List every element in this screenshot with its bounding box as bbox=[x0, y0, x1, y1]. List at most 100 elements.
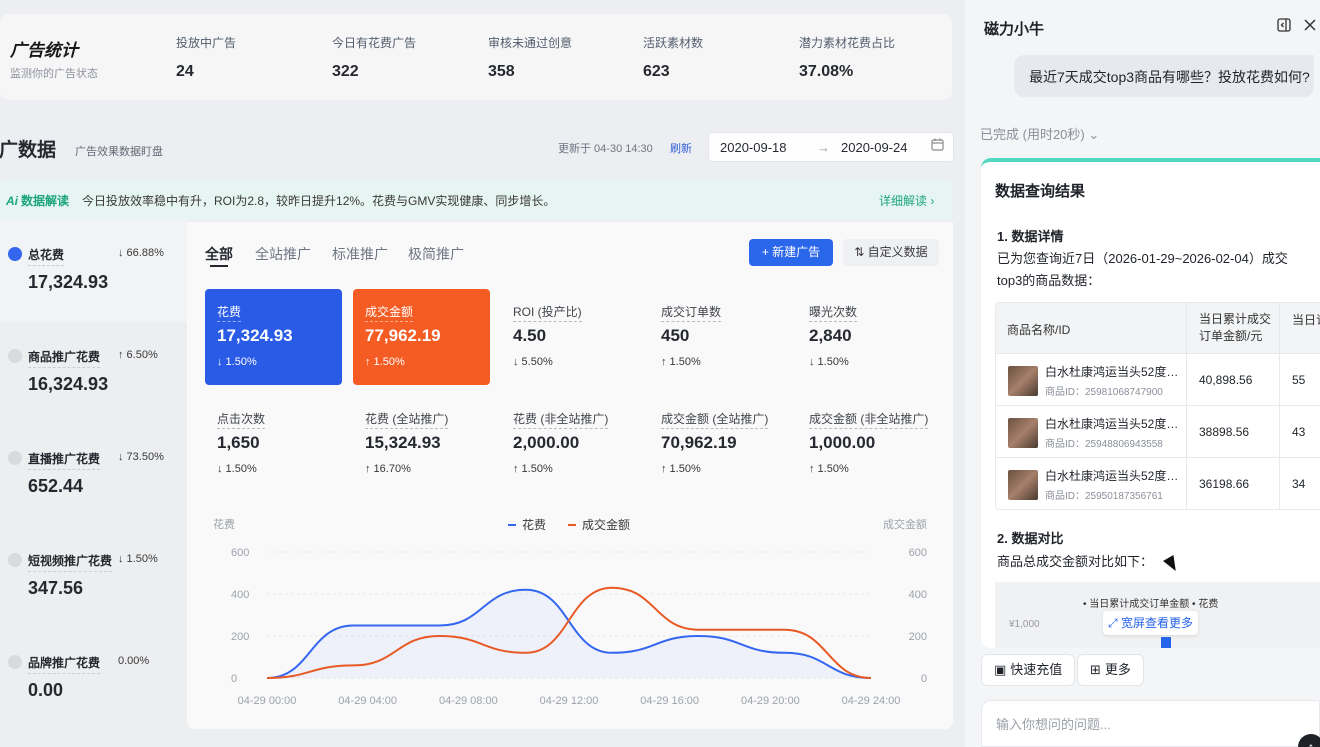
product-name: 白水杜康鸿运当头52度… bbox=[1045, 417, 1179, 431]
date-range-picker[interactable]: 2020-09-18 → 2020-09-24 bbox=[708, 132, 954, 162]
legend-label: 成交金额 bbox=[582, 517, 630, 532]
spend-item-label: 品牌推广花费 bbox=[28, 654, 101, 674]
stat-active-ads[interactable]: 投放中广告 24 bbox=[176, 34, 236, 81]
spend-item-label: 总花费 bbox=[28, 246, 65, 266]
order-count: 34 bbox=[1292, 477, 1306, 491]
send-icon[interactable]: ↑ bbox=[1298, 734, 1320, 747]
metric-title: 曝光次数 bbox=[809, 303, 858, 322]
legend-label: 花费 bbox=[522, 517, 546, 532]
metric-title: 成交订单数 bbox=[661, 303, 722, 322]
metric-card[interactable]: 曝光次数 2,840 ↓ 1.50% bbox=[797, 289, 934, 385]
x-tick-label: 04-29 00:00 bbox=[238, 695, 297, 707]
x-tick-label: 04-29 04:00 bbox=[338, 695, 397, 707]
mini-bar bbox=[1161, 637, 1171, 648]
product-name: 白水杜康鸿运当头52度… bbox=[1045, 365, 1179, 379]
main-dashboard: 广告统计 监测你的广告状态 投放中广告 24 今日有花费广告 322 审核未通过创意… bbox=[0, 0, 965, 747]
spend-item-change: 0.00% bbox=[118, 655, 150, 667]
spend-item-change: ↓ 1.50% bbox=[118, 553, 158, 565]
completion-status[interactable]: 已完成 (用时20秒) ⌄ bbox=[980, 124, 1099, 143]
section-subtitle: 广告效果数据盯盘 bbox=[75, 146, 163, 158]
ad-stats-bar: 广告统计 监测你的广告状态 投放中广告 24 今日有花费广告 322 审核未通过创意… bbox=[0, 14, 952, 100]
metric-card[interactable]: 成交金额 77,962.19 ↑ 1.50% bbox=[353, 289, 490, 385]
stat-rejected-creatives[interactable]: 审核未通过创意 358 bbox=[488, 34, 572, 81]
metric-change: ↑ 1.50% bbox=[513, 463, 553, 475]
table-row[interactable]: 白水杜康鸿运当头52度… 商品ID：25981068747900 40,898.56… bbox=[996, 353, 1320, 405]
spend-item-change: ↑ 6.50% bbox=[118, 349, 158, 361]
category-icon bbox=[8, 247, 22, 261]
result-title: 数据查询结果 bbox=[995, 183, 1086, 200]
insight-text: 今日投放效率稳中有升，ROI为2.8，较昨日提升12%。花费与GMV实现健康、同… bbox=[82, 194, 556, 208]
chat-input-placeholder: 输入你想问的问题... bbox=[996, 717, 1111, 732]
new-ad-button[interactable]: + 新建广告 bbox=[749, 239, 833, 266]
compare-mini-chart: • 当日累计成交订单金额 • 花费 ¥1,000 ⤢ 宽屏查看更多 bbox=[995, 582, 1320, 648]
metric-card[interactable]: 成交金额 (非全站推广) 1,000.00 ↑ 1.50% bbox=[797, 396, 934, 492]
tab-fullsite[interactable]: 全站推广 bbox=[255, 244, 311, 264]
metric-card[interactable]: 花费 (非全站推广) 2,000.00 ↑ 1.50% bbox=[501, 396, 638, 492]
date-start[interactable]: 2020-09-18 bbox=[720, 140, 787, 155]
insight-tag: Ai 数据解读 bbox=[6, 194, 70, 208]
category-icon bbox=[8, 553, 22, 567]
spend-item-label: 商品推广花费 bbox=[28, 348, 101, 368]
date-end[interactable]: 2020-09-24 bbox=[841, 140, 908, 155]
tab-simple[interactable]: 极简推广 bbox=[408, 244, 464, 264]
spend-breakdown bbox=[0, 219, 187, 729]
table-row[interactable]: 白水杜康鸿运当头52度… 商品ID：25948806943558 38898.56 4… bbox=[996, 405, 1320, 457]
selected-item-bg bbox=[0, 219, 187, 322]
metric-title: 花费 bbox=[217, 303, 242, 322]
y-tick-right: 400 bbox=[909, 589, 927, 601]
y-tick-left: 400 bbox=[231, 589, 249, 601]
category-icon bbox=[8, 349, 22, 363]
metric-change: ↑ 16.70% bbox=[365, 463, 411, 475]
x-tick-label: 04-29 12:00 bbox=[540, 695, 599, 707]
x-tick-label: 04-29 24:00 bbox=[842, 695, 901, 707]
metric-card[interactable]: 花费 17,324.93 ↓ 1.50% bbox=[205, 289, 342, 385]
product-id: 商品ID：25981068747900 bbox=[1045, 387, 1163, 398]
metric-card[interactable]: ROI (投产比) 4.50 ↓ 5.50% bbox=[501, 289, 638, 385]
y-tick-left: 0 bbox=[231, 673, 237, 685]
order-amount: 38898.56 bbox=[1199, 425, 1250, 439]
metric-card[interactable]: 成交订单数 450 ↑ 1.50% bbox=[649, 289, 786, 385]
section-compare-title: 2. 数据对比 bbox=[997, 531, 1064, 546]
tab-all[interactable]: 全部 bbox=[205, 244, 233, 264]
close-icon[interactable] bbox=[1303, 18, 1317, 36]
metric-title: 成交金额 (全站推广) bbox=[661, 410, 769, 429]
section-title: 推广数据 bbox=[0, 140, 57, 161]
stat-potential-ratio[interactable]: 潜力素材花费占比 37.08% bbox=[799, 34, 895, 81]
y-tick-left: 200 bbox=[231, 631, 249, 643]
metric-value: 15,324.93 bbox=[365, 433, 441, 452]
order-amount: 40,898.56 bbox=[1199, 373, 1253, 387]
sidebar-toggle-icon[interactable] bbox=[1277, 18, 1291, 36]
metric-change: ↓ 1.50% bbox=[217, 356, 257, 368]
stat-spending-ads[interactable]: 今日有花费广告 322 bbox=[332, 34, 416, 81]
insight-banner: Ai 数据解读 今日投放效率稳中有升，ROI为2.8，较昨日提升12%。花费与GM… bbox=[0, 179, 952, 219]
metric-card[interactable]: 点击次数 1,650 ↓ 1.50% bbox=[205, 396, 342, 492]
metric-card[interactable]: 花费 (全站推广) 15,324.93 ↑ 16.70% bbox=[353, 396, 490, 492]
metric-change: ↑ 1.50% bbox=[661, 463, 701, 475]
tab-standard[interactable]: 标准推广 bbox=[332, 244, 388, 264]
custom-data-button[interactable]: ⇅ 自定义数据 bbox=[843, 239, 939, 266]
trend-chart: 0 0 200 200 400 400 600 600 花费 成交金额 04-29 00:00 04-… bbox=[213, 517, 927, 707]
x-tick-label: 04-29 08:00 bbox=[439, 695, 498, 707]
section-compare-text: 商品总成交金额对比如下： bbox=[997, 554, 1154, 569]
quick-recharge-button[interactable]: ▣ 快速充值 bbox=[981, 654, 1076, 686]
metric-card[interactable]: 成交金额 (全站推广) 70,962.19 ↑ 1.50% bbox=[649, 396, 786, 492]
more-button[interactable]: ⊞ 更多 bbox=[1077, 654, 1144, 686]
fullscreen-view-button[interactable]: ⤢ 宽屏查看更多 bbox=[1103, 611, 1198, 635]
refresh-link[interactable]: 刷新 bbox=[670, 140, 692, 156]
metric-title: ROI (投产比) bbox=[513, 303, 582, 322]
y-tick-right: 0 bbox=[921, 673, 927, 685]
table-header: 商品名称/ID 当日累计成交订单金额/元 当日订 bbox=[996, 303, 1320, 353]
metric-value: 70,962.19 bbox=[661, 433, 737, 452]
column-header: 当日累计成交订单金额/元 bbox=[1199, 312, 1272, 343]
insight-detail-link[interactable]: 详细解读 › bbox=[879, 192, 934, 209]
order-amount: 36198.66 bbox=[1199, 477, 1250, 491]
chat-input[interactable]: 输入你想问的问题... ↑ bbox=[981, 700, 1320, 747]
table-row[interactable]: 白水杜康鸿运当头52度… 商品ID：25950187356761 36198.66 3… bbox=[996, 457, 1320, 509]
mini-legend: • 当日累计成交订单金额 • 花费 bbox=[1083, 599, 1219, 610]
stat-active-materials[interactable]: 活跃素材数 623 bbox=[643, 34, 703, 81]
metric-change: ↓ 1.50% bbox=[809, 356, 849, 368]
result-card: 数据查询结果 1. 数据详情 已为您查询近7日（2026-01-29~2026-… bbox=[981, 158, 1320, 648]
calendar-icon[interactable] bbox=[931, 138, 944, 154]
arrow-right-icon: → bbox=[817, 140, 830, 155]
spend-item-label: 直播推广花费 bbox=[28, 450, 101, 470]
